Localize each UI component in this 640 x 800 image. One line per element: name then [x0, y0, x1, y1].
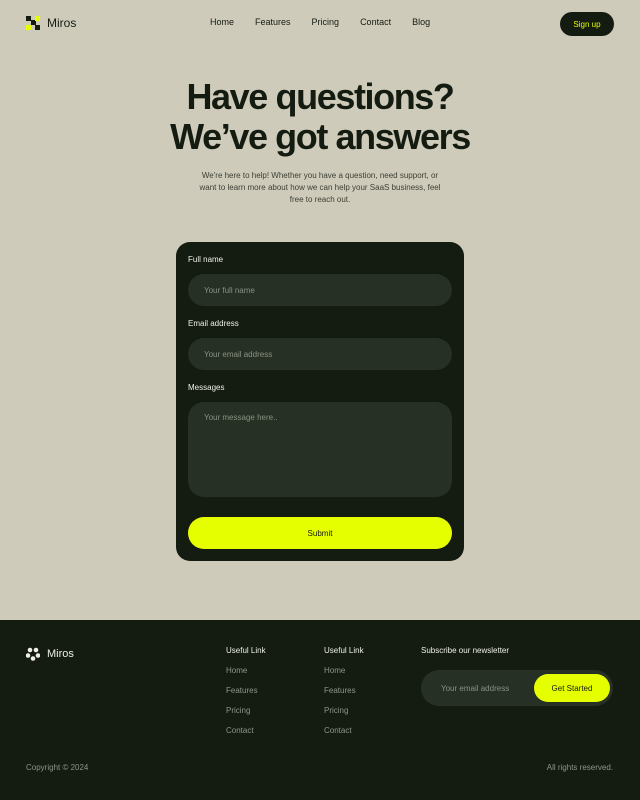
signup-button[interactable]: Sign up — [560, 12, 614, 36]
newsletter-form: Get Started — [421, 670, 613, 706]
newsletter-email-input[interactable] — [421, 670, 533, 706]
footer-column-title: Useful Link — [226, 646, 266, 655]
flower-dots-icon — [26, 647, 40, 661]
full-name-label: Full name — [188, 255, 224, 264]
footer-column-title: Useful Link — [324, 646, 364, 655]
footer-links-column-2: Useful Link Home Features Pricing Contac… — [324, 646, 364, 746]
nav-link-features[interactable]: Features — [255, 17, 291, 27]
checker-squares-icon — [26, 16, 40, 30]
footer-link-contact[interactable]: Contact — [226, 726, 266, 746]
nav-link-contact[interactable]: Contact — [360, 17, 391, 27]
full-name-input[interactable] — [188, 274, 452, 306]
page-title-line-2: We’ve got answers — [170, 116, 471, 157]
rights-text: All rights reserved. — [546, 763, 613, 772]
copyright-text: Copyright © 2024 — [26, 763, 89, 772]
footer-link-features[interactable]: Features — [324, 686, 364, 706]
nav-link-blog[interactable]: Blog — [412, 17, 430, 27]
footer-links-column-1: Useful Link Home Features Pricing Contac… — [226, 646, 266, 746]
email-input[interactable] — [188, 338, 452, 370]
nav-menu: Home Features Pricing Contact Blog — [210, 17, 430, 27]
message-label: Messages — [188, 383, 225, 392]
footer-link-pricing[interactable]: Pricing — [226, 706, 266, 726]
page-subtitle: We're here to help! Whether you have a q… — [199, 171, 441, 204]
nav-link-pricing[interactable]: Pricing — [312, 17, 340, 27]
brand-name: Miros — [47, 16, 77, 30]
submit-button[interactable]: Submit — [188, 517, 452, 549]
newsletter-title: Subscribe our newsletter — [421, 646, 510, 655]
page-title-line-1: Have questions? — [186, 76, 454, 117]
footer: Miros Useful Link Home Features Pricing … — [0, 620, 640, 800]
brand-logo[interactable]: Miros — [26, 16, 76, 30]
footer-link-home[interactable]: Home — [324, 666, 364, 686]
footer-link-pricing[interactable]: Pricing — [324, 706, 364, 726]
top-navigation: Miros Home Features Pricing Contact Blog… — [0, 0, 640, 48]
footer-brand-name: Miros — [47, 648, 74, 660]
message-textarea[interactable] — [188, 402, 452, 497]
footer-brand[interactable]: Miros — [26, 647, 74, 661]
nav-link-home[interactable]: Home — [210, 17, 234, 27]
get-started-button[interactable]: Get Started — [534, 674, 610, 702]
footer-link-contact[interactable]: Contact — [324, 726, 364, 746]
footer-link-home[interactable]: Home — [226, 666, 266, 686]
email-label: Email address — [188, 319, 239, 328]
footer-link-features[interactable]: Features — [226, 686, 266, 706]
page-title: Have questions? We’ve got answers — [0, 77, 640, 157]
contact-form: Full name Email address Messages Submit — [176, 242, 464, 561]
